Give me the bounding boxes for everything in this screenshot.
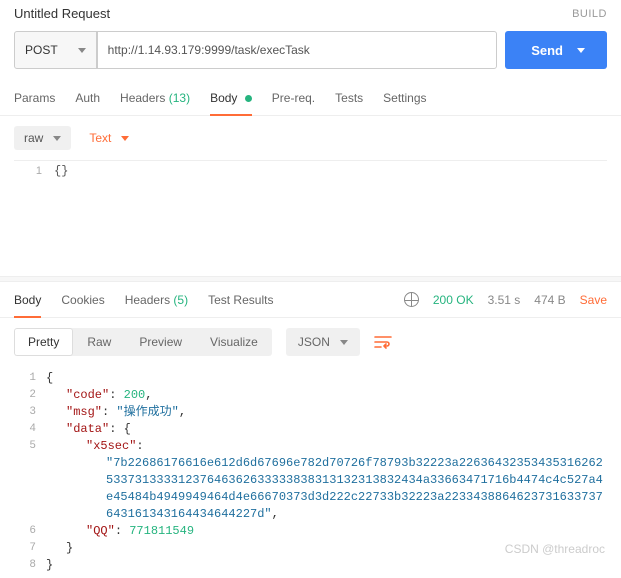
request-body-code: {}: [54, 161, 68, 181]
http-method-select[interactable]: POST: [14, 31, 97, 69]
view-visualize-button[interactable]: Visualize: [196, 328, 272, 356]
resp-tab-cookies[interactable]: Cookies: [61, 293, 104, 317]
tab-params[interactable]: Params: [14, 83, 55, 115]
tab-prereq[interactable]: Pre-req.: [272, 83, 315, 115]
send-label: Send: [531, 43, 563, 58]
resp-tab-body[interactable]: Body: [14, 293, 41, 317]
build-label: BUILD: [572, 8, 607, 20]
tab-auth[interactable]: Auth: [75, 83, 100, 115]
resp-tab-headers[interactable]: Headers (5): [125, 293, 188, 317]
resp-tab-test-results[interactable]: Test Results: [208, 293, 273, 317]
tab-tests[interactable]: Tests: [335, 83, 363, 115]
caret-down-icon: [78, 48, 86, 53]
line-number: 1: [14, 161, 54, 181]
view-pretty-button[interactable]: Pretty: [14, 328, 73, 356]
body-format-select[interactable]: Text: [89, 131, 129, 145]
caret-down-icon: [121, 136, 129, 141]
view-preview-button[interactable]: Preview: [125, 328, 196, 356]
dot-indicator-icon: [245, 95, 252, 102]
response-size: 474 B: [534, 293, 565, 307]
view-mode-group: Pretty Raw Preview Visualize: [14, 328, 272, 356]
caret-down-icon: [53, 136, 61, 141]
tab-headers[interactable]: Headers (13): [120, 83, 190, 115]
request-body-editor[interactable]: 1 {}: [14, 160, 607, 270]
send-button[interactable]: Send: [505, 31, 607, 69]
request-title: Untitled Request: [14, 6, 110, 21]
status-code: 200 OK: [433, 293, 474, 307]
response-body[interactable]: 1{ 2"code": 200, 3"msg": "操作成功", 4"data"…: [0, 366, 621, 578]
http-method-value: POST: [25, 43, 58, 57]
tab-settings[interactable]: Settings: [383, 83, 426, 115]
caret-down-icon: [577, 48, 585, 53]
body-type-select[interactable]: raw: [14, 126, 71, 150]
view-raw-button[interactable]: Raw: [73, 328, 125, 356]
wrap-lines-icon[interactable]: [374, 335, 392, 349]
response-format-select[interactable]: JSON: [286, 328, 360, 356]
globe-icon[interactable]: [404, 292, 419, 307]
tab-body[interactable]: Body: [210, 83, 252, 115]
response-time: 3.51 s: [488, 293, 521, 307]
save-response-button[interactable]: Save: [580, 293, 607, 307]
caret-down-icon: [340, 340, 348, 345]
url-input[interactable]: [97, 31, 498, 69]
